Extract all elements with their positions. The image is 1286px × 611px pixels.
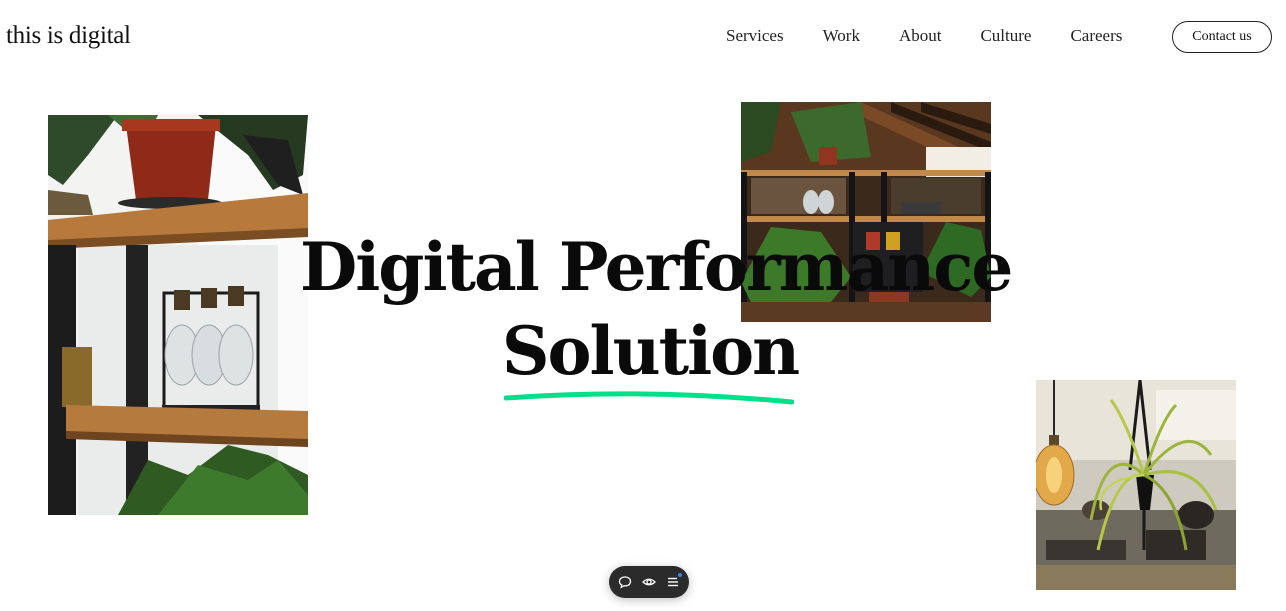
eye-icon[interactable] xyxy=(642,575,656,589)
floating-toolbar xyxy=(609,566,689,598)
contact-us-button[interactable]: Contact us xyxy=(1172,21,1272,53)
nav-services[interactable]: Services xyxy=(726,26,784,46)
hanging-plant-image xyxy=(1036,380,1236,590)
plant-shelf-image xyxy=(48,115,308,515)
hero-line-2: Solution xyxy=(501,312,800,390)
main-nav: Services Work About Culture Careers xyxy=(726,26,1122,46)
comment-icon[interactable] xyxy=(618,575,632,589)
hero-line-1: Digital Performance xyxy=(300,228,1013,306)
page: this is digital Services Work About Cult… xyxy=(0,0,1286,611)
nav-careers[interactable]: Careers xyxy=(1070,26,1122,46)
site-logo[interactable]: this is digital xyxy=(6,22,131,50)
nav-about[interactable]: About xyxy=(899,26,942,46)
menu-icon[interactable] xyxy=(666,573,682,589)
nav-culture[interactable]: Culture xyxy=(980,26,1031,46)
nav-work[interactable]: Work xyxy=(823,26,860,46)
hero-underline xyxy=(504,391,794,405)
hero-headline: Digital Performance Solution xyxy=(300,225,1013,393)
notification-dot xyxy=(678,573,682,577)
